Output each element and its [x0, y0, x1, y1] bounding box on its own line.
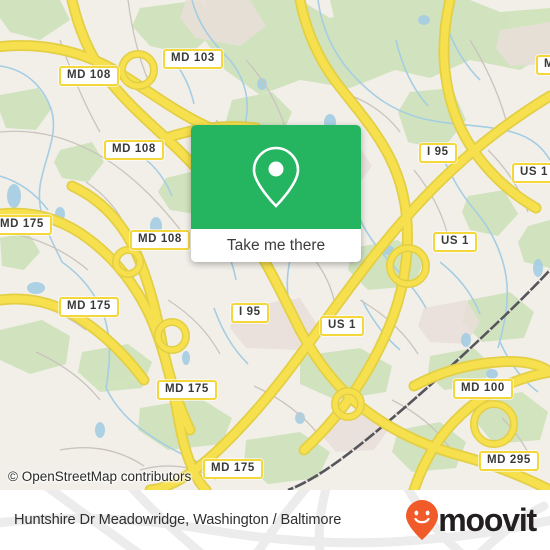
osm-attribution[interactable]: © OpenStreetMap contributors	[8, 469, 191, 484]
road-shield: MD 103	[163, 49, 223, 69]
take-me-there-card[interactable]: Take me there	[191, 125, 361, 262]
road-shield: I 95	[231, 303, 269, 323]
road-shield: MD 175	[0, 215, 52, 235]
road-shield: MD 108	[130, 230, 190, 250]
road-shield: US 1	[433, 232, 477, 252]
road-shield: I 95	[419, 143, 457, 163]
footer-bar: Huntshire Dr Meadowridge, Washington / B…	[0, 490, 550, 550]
road-shield: MD 108	[104, 140, 164, 160]
road-shield: MD 108	[59, 66, 119, 86]
take-me-there-label[interactable]: Take me there	[191, 229, 361, 262]
moovit-wordmark: moovit	[438, 502, 537, 538]
map-pin-icon	[252, 146, 300, 208]
road-shield: US 1	[320, 316, 364, 336]
road-shield: MD 175	[203, 459, 263, 479]
road-shield: MD 295	[479, 451, 539, 471]
road-shield: MD 103	[536, 55, 550, 75]
moovit-smiley-pin-icon	[406, 500, 439, 540]
road-shield: MD 175	[59, 297, 119, 317]
road-shield: MD 175	[157, 380, 217, 400]
location-title: Huntshire Dr Meadowridge, Washington / B…	[14, 512, 342, 528]
road-shield: MD 100	[453, 379, 513, 399]
moovit-map-screenshot: MD 108 MD 103 MD 108 MD 108 MD 175 MD 175 I 95…	[0, 0, 550, 550]
map-canvas[interactable]: MD 108 MD 103 MD 108 MD 108 MD 175 MD 175 I 95…	[0, 0, 550, 490]
card-pin-area	[191, 125, 361, 229]
road-shield: US 1	[512, 163, 550, 183]
moovit-brand[interactable]: moovit	[405, 499, 537, 541]
